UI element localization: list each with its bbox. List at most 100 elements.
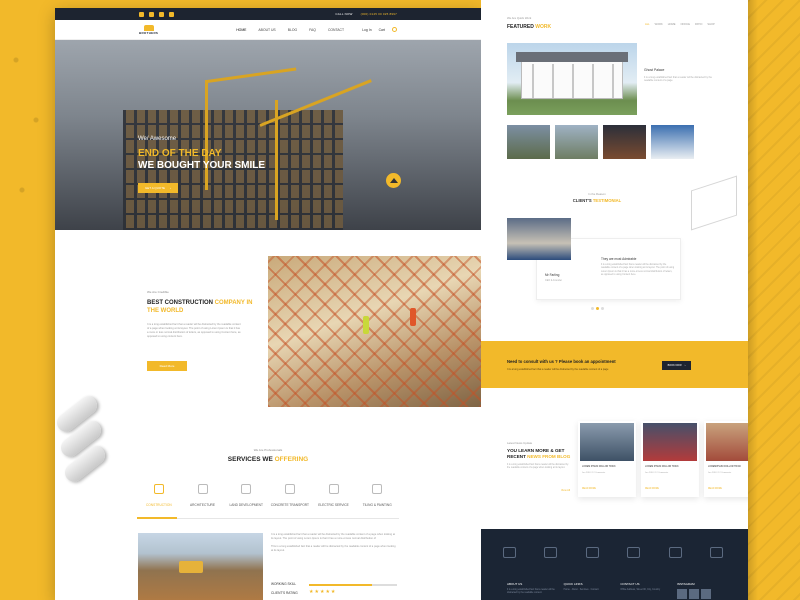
- tab-electric-service[interactable]: ELECTRIC SERVICE: [312, 484, 356, 507]
- monitor-icon: [197, 484, 208, 494]
- read-more-link[interactable]: READ MORE: [645, 488, 659, 490]
- footer-heading: INSTAGRAM: [676, 582, 695, 586]
- blog-card[interactable]: LOREM IPSUM DOLLOR TRICK Jan 2018 / 12 C…: [578, 421, 636, 497]
- nav-home[interactable]: HOME: [236, 28, 246, 32]
- about-text: It is a long established fact that a rea…: [147, 323, 241, 338]
- working-skill-label: WORKING SKILL: [271, 582, 297, 586]
- tab-land-development[interactable]: LAND DEVELOPMENT: [224, 484, 268, 507]
- featured-title: FEATURED WORK: [507, 24, 551, 30]
- client-photo: [507, 218, 571, 260]
- crane-tower: [205, 80, 208, 190]
- testimonial-name: Mr Farling: [545, 273, 560, 277]
- clients-rating-label: CLIENT'S RATING: [271, 591, 298, 595]
- featured-title-main: FEATURED: [507, 24, 536, 30]
- featured-item-title: Ghost Palace: [644, 68, 665, 72]
- read-more-link[interactable]: READ MORE: [582, 488, 596, 490]
- testimonial-title: CLIENT'S TESTIMONIAL: [481, 198, 713, 203]
- cart-link[interactable]: Cart: [379, 28, 385, 32]
- search-icon[interactable]: [392, 27, 397, 32]
- right-page-mockup: We Are Quick Work FEATURED WORK ALL WORK…: [481, 0, 748, 600]
- facebook-icon[interactable]: [139, 11, 144, 17]
- get-quote-button[interactable]: GET A QUOTE ›: [138, 183, 178, 193]
- working-skill-fill: [309, 584, 373, 586]
- footer: ABOUT US It is a long established fact t…: [481, 529, 748, 600]
- footer-text: Office Address, Street 00, City, Country: [620, 589, 661, 591]
- featured-main-image[interactable]: [507, 43, 637, 115]
- instagram-thumb[interactable]: [688, 589, 699, 599]
- footer-heading: ABOUT US: [507, 582, 523, 586]
- instagram-thumb[interactable]: [676, 589, 687, 599]
- pagination-dot[interactable]: [591, 307, 594, 310]
- social-links: [139, 11, 174, 17]
- pagination-dot[interactable]: [596, 307, 599, 310]
- instagram-icon[interactable]: [159, 11, 164, 17]
- read-more-link[interactable]: READ MORE: [708, 488, 722, 490]
- blog-card[interactable]: LOREMIPSUM DOLLOR TRICK Jan 2018 / 12 Co…: [704, 421, 748, 497]
- main-menu: HOME ABOUT US BLOG FAQ CONTACT: [236, 28, 344, 32]
- house-column: [552, 64, 554, 98]
- filter-all[interactable]: ALL: [645, 23, 650, 26]
- book-now-button[interactable]: BOOK NOW ›: [662, 361, 691, 370]
- thumbnail-image[interactable]: [651, 125, 694, 159]
- hero-title-line2: WE BOUGHT YOUR SMILE: [138, 160, 266, 171]
- blueprint-rolls-decoration: [53, 385, 114, 486]
- get-quote-label: GET A QUOTE: [144, 186, 166, 190]
- nav-blog[interactable]: BLOG: [288, 28, 297, 32]
- service-paragraph-2: This is a long established fact that a r…: [271, 545, 396, 552]
- services-eyebrow: We Are Professionals: [253, 448, 283, 452]
- footer-about: ABOUT US It is a long established fact t…: [507, 582, 557, 599]
- testimonial-role: CEO & Founder: [545, 279, 563, 282]
- left-page-mockup: CALL NOW (000) 0145 00 025 8997 BROTHERS…: [55, 8, 481, 600]
- rebar-grid: [268, 256, 481, 407]
- filter-work[interactable]: WORK: [655, 23, 663, 26]
- instagram-thumb[interactable]: [700, 589, 711, 599]
- thumbnail-image[interactable]: [507, 125, 550, 159]
- top-bar: CALL NOW (000) 0145 00 025 8997: [55, 8, 481, 20]
- blog-title-highlight: NEWS FROM BLOG: [527, 453, 571, 459]
- filter-home[interactable]: HOME: [668, 23, 676, 26]
- footer-instagram: INSTAGRAM: [676, 582, 727, 599]
- footer-links[interactable]: Home · About · Services · Contact: [564, 589, 614, 592]
- login-link[interactable]: Log In: [362, 28, 371, 32]
- pagination-dot[interactable]: [601, 307, 604, 310]
- excavator-figure: [179, 561, 203, 573]
- nav-faq[interactable]: FAQ: [309, 28, 316, 32]
- nav-contact[interactable]: CONTACT: [328, 28, 344, 32]
- partner-logo: [544, 547, 558, 558]
- filter-office[interactable]: OFFICE: [680, 23, 690, 26]
- nav-about[interactable]: ABOUT US: [258, 28, 275, 32]
- footer-quick-links: QUICK LINKS Home · About · Services · Co…: [564, 582, 614, 599]
- tab-construction[interactable]: CONSTRUCTION: [137, 484, 181, 507]
- twitter-icon[interactable]: [149, 11, 154, 17]
- thumbnail-image[interactable]: [555, 125, 598, 159]
- tab-concrete-transport[interactable]: CONCRETE TRANSPORT: [268, 484, 312, 507]
- partner-logo: [709, 547, 723, 558]
- tab-architecture[interactable]: ARCHITECTURE: [181, 484, 225, 507]
- view-all-link[interactable]: View All: [561, 489, 570, 492]
- arrow-right-icon: ›: [170, 186, 172, 190]
- tab-label: TILING & PAINTING: [362, 503, 392, 507]
- tab-label: CONCRETE TRANSPORT: [270, 503, 310, 507]
- truck-icon: [284, 484, 295, 494]
- read-more-button[interactable]: Read More: [147, 361, 187, 371]
- about-eyebrow: We Are Credible: [147, 290, 169, 294]
- phone-number[interactable]: (000) 0145 00 025 8997: [361, 12, 397, 16]
- blog-card[interactable]: LOREM IPSUM DOLLOR TRICK Jan 2018 / 12 C…: [641, 421, 699, 497]
- linkedin-icon[interactable]: [169, 11, 174, 17]
- filter-shop[interactable]: SHOP: [707, 23, 714, 26]
- footer-heading: CONTACT US: [620, 582, 640, 586]
- site-logo[interactable]: BROTHERS: [139, 24, 158, 35]
- tab-tiling-painting[interactable]: TILING & PAINTING: [355, 484, 399, 507]
- testimonial-title-highlight: TESTIMONIAL: [592, 198, 622, 203]
- crane-arm: [206, 67, 297, 83]
- arrow-right-icon: ›: [684, 364, 686, 367]
- cta-subtitle: It is a long established fact that a rea…: [507, 368, 609, 371]
- services-title-highlight: OFFERING: [274, 456, 309, 463]
- play-video-icon[interactable]: [386, 173, 401, 188]
- about-section: We Are Credible BEST CONSTRUCTION COMPAN…: [55, 230, 481, 430]
- filter-patio[interactable]: PATIO: [695, 23, 702, 26]
- house-sketch-decoration: [691, 175, 737, 231]
- services-tabs: CONSTRUCTION ARCHITECTURE LAND DEVELOPME…: [137, 484, 399, 507]
- thumbnail-image[interactable]: [603, 125, 646, 159]
- footer-text: It is a long established fact that a rea…: [507, 589, 555, 595]
